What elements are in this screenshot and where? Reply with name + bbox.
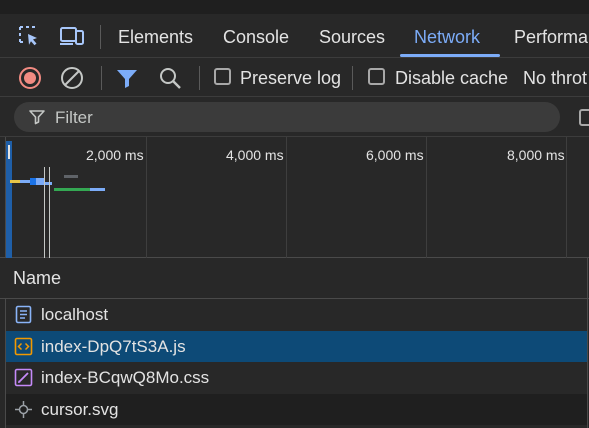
device-toolbar-icon[interactable] (59, 24, 85, 50)
timeline-bar-stylesheet (54, 188, 90, 191)
timeline-bar (64, 175, 78, 178)
tab-network[interactable]: Network (414, 14, 480, 58)
timeline-bar-stylesheet (90, 188, 105, 191)
name-column-header[interactable]: Name (0, 258, 589, 299)
request-row-selected[interactable]: index-DpQ7tS3A.js (6, 330, 587, 362)
column-divider (587, 258, 588, 428)
timeline-bar-document (20, 180, 30, 183)
request-name: localhost (41, 305, 109, 324)
disable-cache-label[interactable]: Disable cache (395, 58, 508, 98)
request-name: index-DpQ7tS3A.js (41, 336, 186, 356)
toolbar-separator (199, 66, 200, 90)
network-toolbar: Preserve log Disable cache No throt (0, 58, 589, 97)
timeline-tick-label: 6,000 ms (366, 147, 424, 163)
invert-filter-checkbox[interactable] (579, 109, 589, 126)
tab-separator (100, 25, 101, 49)
overview-grip (8, 145, 10, 159)
request-row[interactable]: cursor.svg (6, 393, 587, 425)
timeline-gridline (146, 137, 147, 258)
timeline-bar-script (36, 178, 44, 185)
clear-icon[interactable] (59, 65, 85, 91)
request-list: localhost index-DpQ7tS3A.js index-BCqwQ8… (6, 299, 587, 425)
filter-bar: Filter (0, 97, 589, 137)
tab-performance[interactable]: Performa (514, 14, 588, 58)
timeline-tick-label: 8,000 ms (507, 147, 565, 163)
timeline-gridline (286, 137, 287, 258)
timeline-gridline (426, 137, 427, 258)
devtools-tab-bar: Elements Console Sources Network Perform… (0, 14, 589, 58)
tab-elements[interactable]: Elements (118, 14, 193, 58)
preserve-log-checkbox[interactable] (214, 68, 231, 85)
network-overview-timeline[interactable]: 2,000 ms 4,000 ms 6,000 ms 8,000 ms (0, 137, 589, 258)
search-icon[interactable] (157, 65, 183, 91)
request-name: index-BCqwQ8Mo.css (41, 368, 210, 387)
timeline-bar-document (10, 180, 20, 183)
stylesheet-icon (14, 368, 33, 387)
request-row[interactable]: localhost (6, 299, 587, 331)
filter-placeholder: Filter (55, 108, 93, 127)
record-stop-icon[interactable] (17, 65, 43, 91)
active-tab-indicator (400, 54, 500, 57)
document-icon (15, 305, 32, 324)
script-icon (14, 337, 33, 355)
preserve-log-label[interactable]: Preserve log (240, 58, 341, 98)
window-top-strip (0, 0, 589, 14)
filter-funnel-icon (29, 110, 45, 125)
inspect-element-icon[interactable] (17, 24, 43, 50)
name-column-label: Name (13, 268, 62, 288)
tab-sources[interactable]: Sources (319, 14, 385, 58)
request-name: cursor.svg (41, 399, 119, 419)
svg-image-icon (15, 400, 32, 418)
timeline-tick-label: 2,000 ms (86, 147, 144, 163)
toolbar-separator (352, 66, 353, 90)
filter-toggle-icon[interactable] (114, 65, 140, 91)
timeline-tick-label: 4,000 ms (226, 147, 284, 163)
load-event-line (49, 167, 50, 258)
domcontentloaded-line (44, 167, 45, 258)
timeline-gridline (566, 137, 567, 258)
disable-cache-checkbox[interactable] (368, 68, 385, 85)
tab-console[interactable]: Console (223, 14, 289, 58)
filter-input[interactable]: Filter (14, 102, 560, 132)
throttling-select[interactable]: No throt (523, 58, 587, 98)
toolbar-separator (101, 66, 102, 90)
request-row[interactable]: index-BCqwQ8Mo.css (6, 362, 587, 394)
timeline-bar (44, 182, 52, 185)
